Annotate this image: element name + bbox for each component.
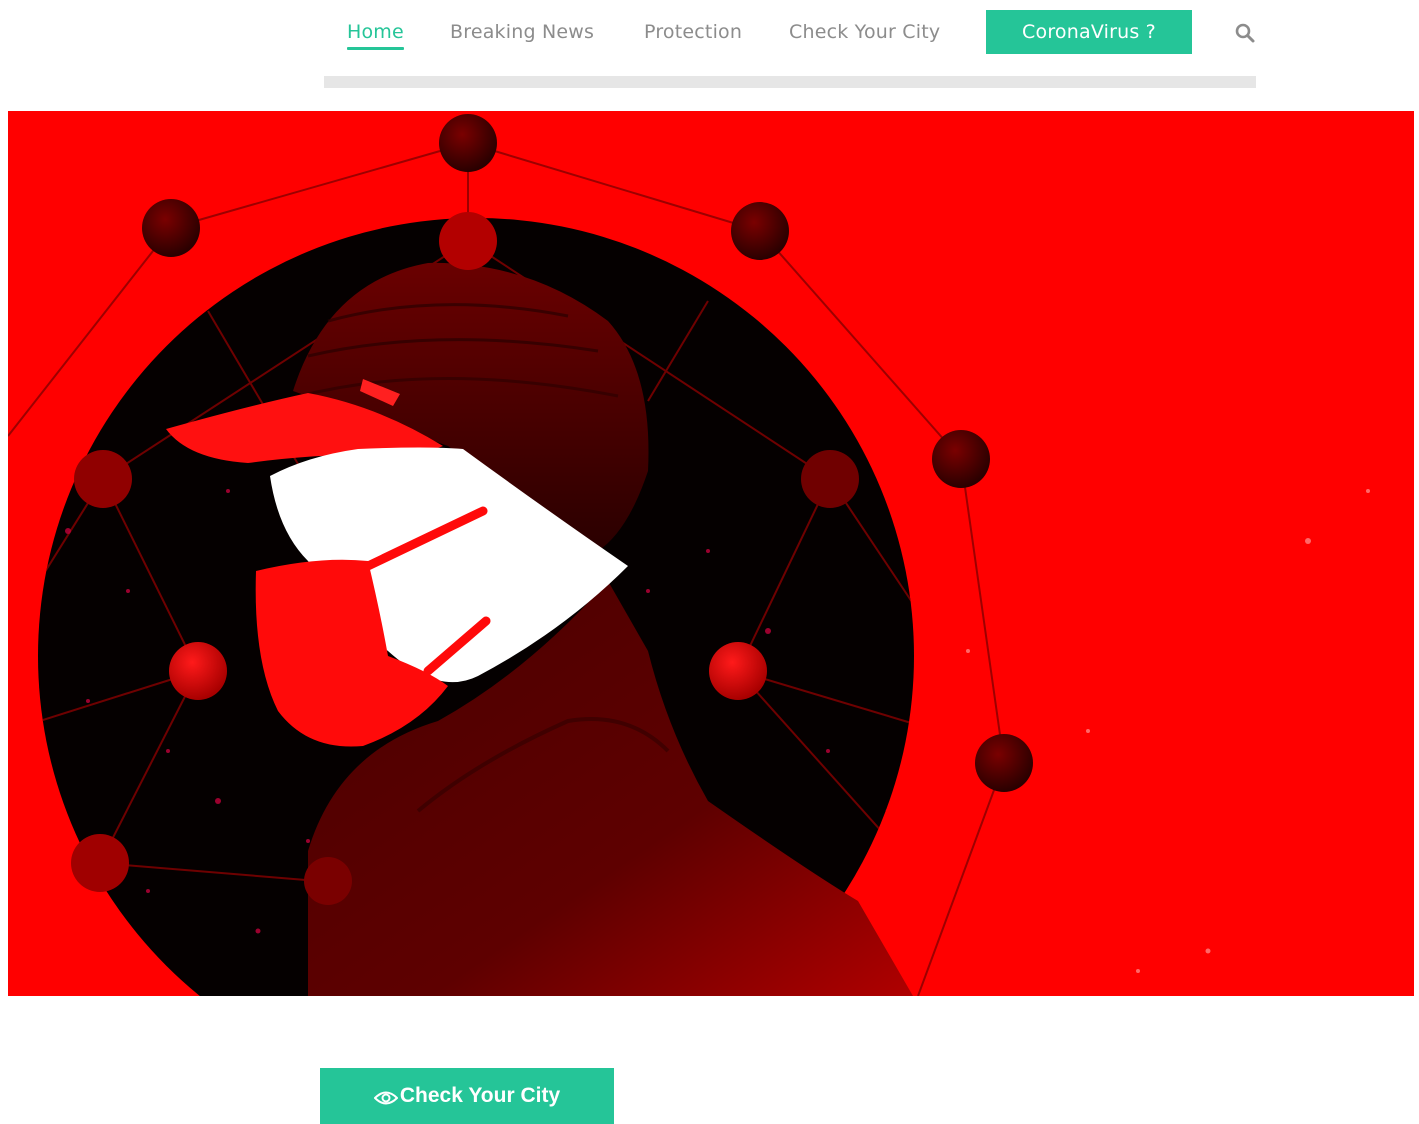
nav-item-check-your-city[interactable]: Check Your City — [789, 19, 940, 45]
page: Home Breaking News Protection Check Your… — [0, 0, 1419, 1124]
eye-icon — [373, 1088, 399, 1105]
nav-item-breaking-news[interactable]: Breaking News — [450, 19, 594, 45]
check-your-city-button[interactable]: Check Your City — [320, 1068, 614, 1124]
top-navigation: Home Breaking News Protection Check Your… — [324, 0, 1256, 64]
check-your-city-label: Check Your City — [399, 1084, 561, 1107]
coronavirus-button[interactable]: CoronaVirus ? — [986, 10, 1192, 54]
masked-person-virus-illustration — [8, 111, 1414, 996]
nav-item-protection[interactable]: Protection — [644, 19, 742, 45]
hero-image — [8, 111, 1414, 996]
nav-item-home[interactable]: Home — [347, 19, 404, 50]
nav-divider — [324, 76, 1256, 88]
search-icon[interactable] — [1234, 22, 1256, 44]
